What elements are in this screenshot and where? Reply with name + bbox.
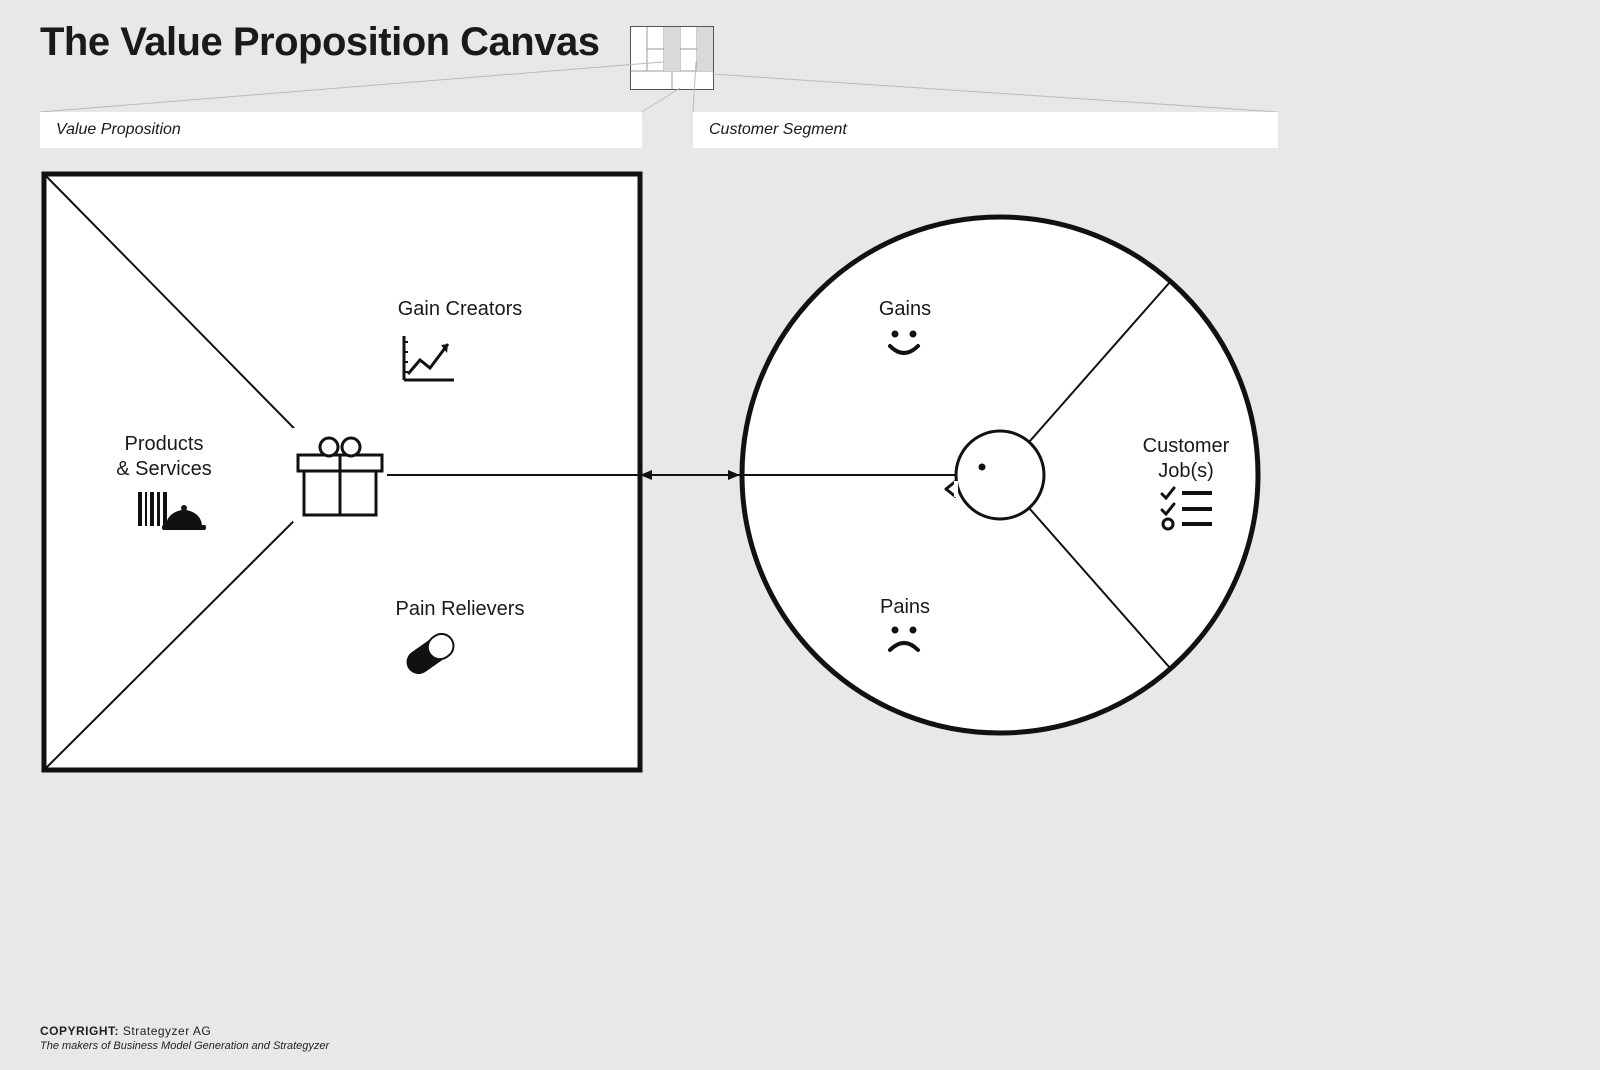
products-services-line1: Products: [125, 433, 204, 455]
gain-creators-label: Gain Creators: [370, 298, 550, 321]
pain-relievers-label: Pain Relievers: [370, 598, 550, 621]
customer-jobs-line2: Job(s): [1158, 460, 1214, 482]
value-proposition-label: Value Proposition: [56, 121, 181, 139]
footer: COPYRIGHT: Strategyzer AG The makers of …: [40, 1024, 329, 1052]
connector-arrow: [640, 470, 740, 480]
pains-label: Pains: [840, 596, 970, 619]
vpc-diagram: [40, 170, 1280, 780]
customer-jobs-label: Customer Job(s): [1126, 434, 1246, 484]
customer-segment-label: Customer Segment: [709, 121, 847, 139]
products-services-label: Products & Services: [104, 432, 224, 482]
customer-segment-bar: Customer Segment: [693, 112, 1278, 148]
copyright-owner: Strategyzer AG: [123, 1024, 211, 1038]
gift-icon: [293, 428, 387, 522]
customer-jobs-line1: Customer: [1143, 435, 1230, 457]
value-proposition-bar: Value Proposition: [40, 112, 642, 148]
footer-tagline: The makers of Business Model Generation …: [40, 1040, 329, 1052]
mini-bmc-thumbnail: [630, 26, 714, 90]
page-title: The Value Proposition Canvas: [40, 20, 599, 65]
copyright-label: COPYRIGHT:: [40, 1024, 119, 1038]
gains-label: Gains: [840, 298, 970, 321]
canvas-page: The Value Proposition Canvas Value: [0, 0, 1600, 1070]
products-services-line2: & Services: [116, 458, 212, 480]
